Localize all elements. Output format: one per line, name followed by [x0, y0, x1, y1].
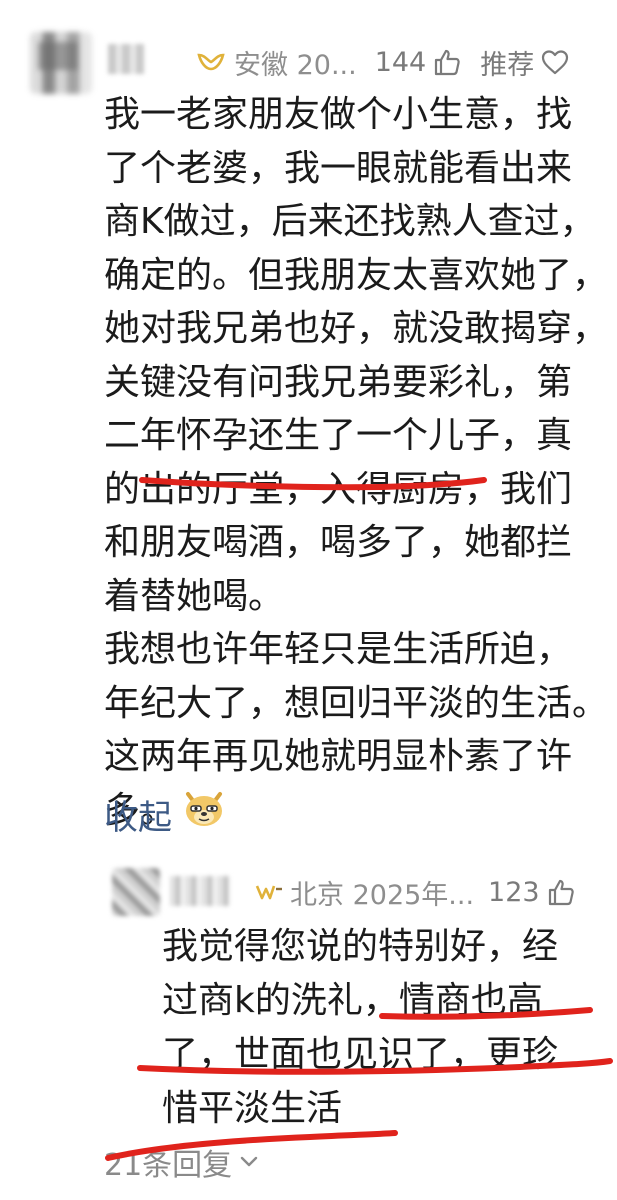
commenter-avatar[interactable]: [30, 32, 92, 94]
ip-location-icon: [197, 53, 225, 71]
commenter-name[interactable]: [108, 44, 144, 74]
comment-like-count: 144: [374, 46, 427, 78]
comment-line: 确定的。但我朋友太喜欢她了，: [104, 254, 609, 296]
reply-avatar[interactable]: [112, 868, 160, 916]
comment-line: 关键没有问我兄弟要彩礼，第: [104, 361, 573, 403]
ip-location-icon: [255, 885, 282, 900]
heart-icon[interactable]: [540, 48, 570, 76]
comment-location: 安徽 20...: [234, 49, 357, 81]
comment-line: 我一老家朋友做个小生意，找: [104, 94, 573, 135]
reply-line: 过商k的洗礼，情商也高: [162, 980, 543, 1021]
reply-like-count: 123: [488, 876, 540, 908]
comment-line: 这两年再见她就明显朴素了许: [104, 736, 573, 777]
comment-line: 的出的厅堂，入得厨房，我们: [104, 468, 573, 510]
reply-line: 了，世面也见识了，更珍: [162, 1034, 559, 1075]
comment-line: 商K做过，后来还找熟人查过，: [104, 201, 596, 242]
recommend-button[interactable]: 推荐: [480, 43, 534, 82]
comment-text: 我一老家朋友做个小生意，找 了个老婆，我一眼就能看出来 商K做过，后来还找熟人查…: [104, 88, 609, 838]
reply-text: 我觉得您说的特别好，经 过商k的洗礼，情商也高 了，世面也见识了，更珍 惜平淡生…: [162, 920, 602, 1136]
comment-line: 着替她喝。: [104, 575, 285, 617]
replies-count-label: 21条回复: [104, 1148, 233, 1183]
comment-line: 了个老婆，我一眼就能看出来: [104, 147, 573, 189]
doge-emoji-icon: [186, 791, 223, 826]
thumbs-up-icon[interactable]: [546, 877, 576, 907]
thumbs-up-icon[interactable]: [432, 47, 462, 77]
comment-line: 我想也许年轻只是生活所迫，: [104, 629, 573, 670]
view-replies-button[interactable]: 21条回复: [104, 1140, 260, 1184]
reply-line: 我觉得您说的特别好，经: [162, 926, 559, 967]
chevron-down-icon: [240, 1156, 258, 1167]
comment-line: 和朋友喝酒，喝多了，她都拦: [104, 522, 573, 563]
reply-line: 惜平淡生活: [162, 1088, 343, 1129]
comment-line: 年纪大了，想回归平淡的生活。: [104, 682, 609, 724]
reply-meta: 北京 2025年... 123: [254, 872, 576, 912]
comment-line: 她对我兄弟也好，就没敢揭穿，: [104, 308, 609, 349]
comment-line-last: 多。: [104, 784, 604, 838]
reply-author-name[interactable]: [170, 876, 230, 906]
comment-line: 二年怀孕还生了一个儿子，真: [104, 415, 573, 456]
collapse-link[interactable]: 收起: [104, 790, 172, 839]
comment-meta: 安徽 20... 144 推荐: [196, 42, 570, 82]
reply-location: 北京 2025年...: [290, 879, 475, 911]
